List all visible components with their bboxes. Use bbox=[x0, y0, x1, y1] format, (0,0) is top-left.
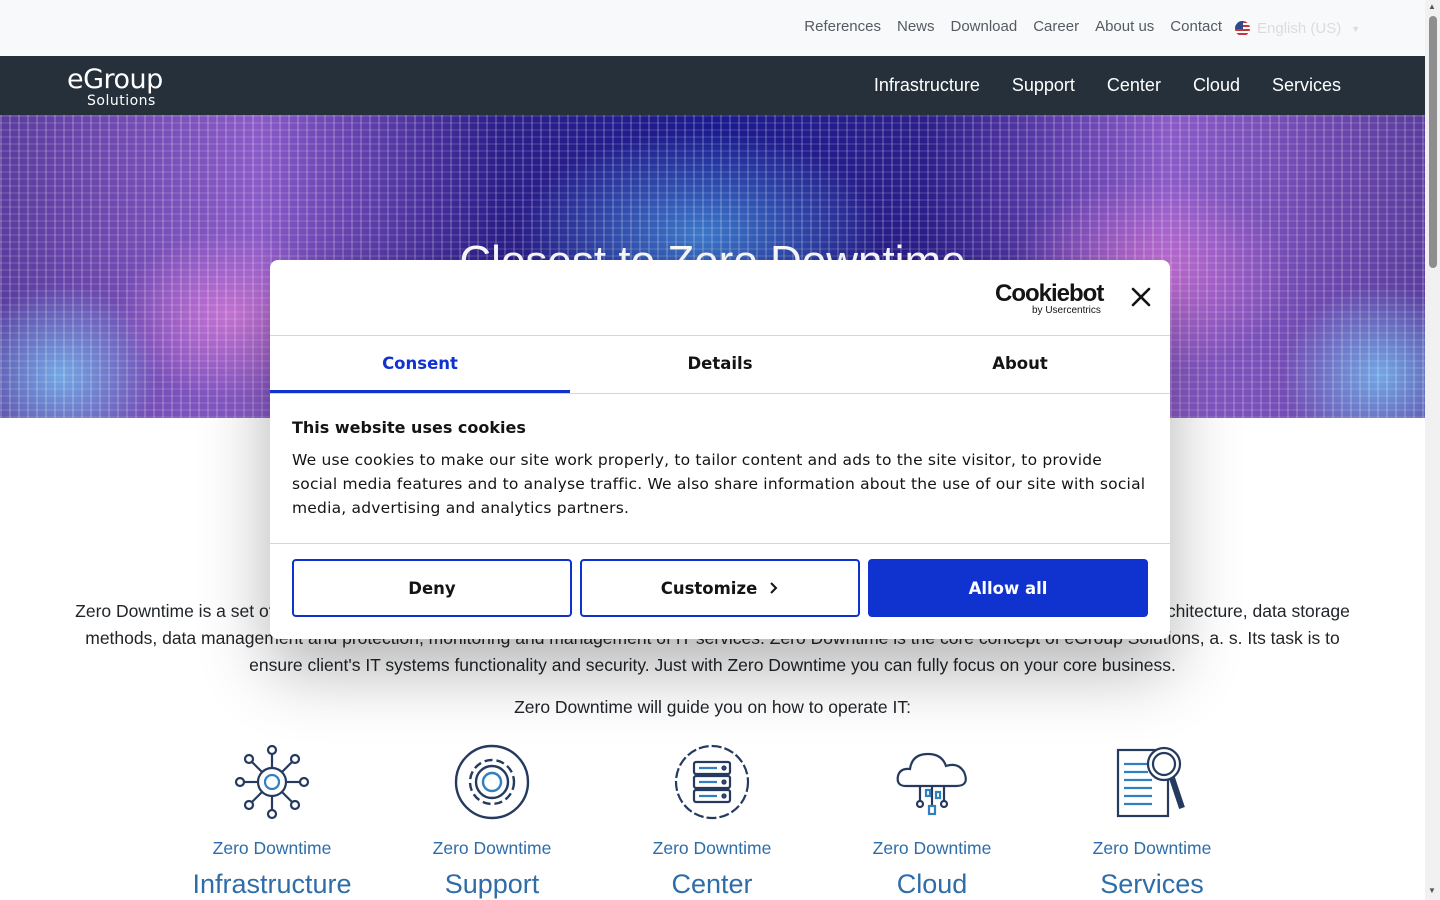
dialog-header: Cookiebot by Usercentrics bbox=[270, 260, 1170, 336]
close-icon[interactable] bbox=[1130, 286, 1152, 308]
allow-all-button[interactable]: Allow all bbox=[868, 559, 1148, 617]
card-title: Infrastructure bbox=[192, 869, 352, 899]
card-cloud[interactable]: Zero Downtime Cloud bbox=[822, 742, 1042, 900]
top-utility-bar: References News Download Career About us… bbox=[0, 0, 1425, 56]
card-center[interactable]: Zero Downtime Center bbox=[602, 742, 822, 900]
nav-item-cloud[interactable]: Cloud bbox=[1193, 75, 1240, 96]
network-hub-icon bbox=[234, 744, 310, 820]
logo-line-1: eGroup bbox=[67, 64, 163, 95]
scrollbar-thumb[interactable] bbox=[1429, 16, 1437, 268]
top-link-download[interactable]: Download bbox=[951, 18, 1018, 35]
us-flag-icon bbox=[1235, 21, 1250, 36]
dialog-body: This website uses cookies We use cookies… bbox=[270, 394, 1170, 544]
gear-icon bbox=[454, 744, 530, 820]
tab-details[interactable]: Details bbox=[570, 336, 870, 393]
tab-about[interactable]: About bbox=[870, 336, 1170, 393]
nav-item-services[interactable]: Services bbox=[1272, 75, 1341, 96]
language-label: English (US) bbox=[1257, 20, 1342, 37]
main-nav-menu: Infrastructure Support Center Cloud Serv… bbox=[874, 75, 1341, 96]
card-subtitle: Zero Downtime bbox=[652, 838, 772, 858]
top-link-contact[interactable]: Contact bbox=[1170, 18, 1222, 35]
document-search-icon bbox=[1116, 746, 1185, 818]
card-services[interactable]: Zero Downtime Services bbox=[1042, 742, 1262, 900]
cookiebot-logo-sub: by Usercentrics bbox=[1032, 305, 1101, 316]
dialog-tabs: Consent Details About bbox=[270, 336, 1170, 394]
dialog-actions: Deny Customize Allow all bbox=[292, 559, 1148, 617]
cookie-consent-dialog: Cookiebot by Usercentrics Consent Detail… bbox=[270, 260, 1170, 639]
top-links: References News Download Career About us… bbox=[804, 18, 1222, 35]
card-subtitle: Zero Downtime bbox=[1092, 838, 1212, 858]
card-title: Center bbox=[671, 869, 753, 899]
top-link-news[interactable]: News bbox=[897, 18, 935, 35]
cookiebot-logo-main: Cookiebot bbox=[995, 280, 1104, 307]
language-selector[interactable]: English (US) ▼ bbox=[1235, 20, 1360, 37]
service-cards: Zero Downtime Infrastructure Zero Downti… bbox=[162, 742, 1262, 900]
scroll-down-arrow-icon[interactable]: ▼ bbox=[1428, 886, 1436, 895]
card-support[interactable]: Zero Downtime Support bbox=[382, 742, 602, 900]
scroll-up-arrow-icon[interactable]: ▲ bbox=[1428, 2, 1436, 11]
card-title: Cloud bbox=[896, 869, 968, 899]
card-title: Support bbox=[444, 869, 540, 899]
cloud-icon bbox=[896, 752, 967, 816]
top-link-career[interactable]: Career bbox=[1033, 18, 1079, 35]
card-infrastructure[interactable]: Zero Downtime Infrastructure bbox=[162, 742, 382, 900]
cookiebot-logo: Cookiebot by Usercentrics bbox=[995, 280, 1104, 316]
top-link-about-us[interactable]: About us bbox=[1095, 18, 1154, 35]
card-subtitle: Zero Downtime bbox=[432, 838, 552, 858]
cookie-heading: This website uses cookies bbox=[292, 418, 526, 437]
card-subtitle: Zero Downtime bbox=[212, 838, 332, 858]
deny-button[interactable]: Deny bbox=[292, 559, 572, 617]
nav-item-support[interactable]: Support bbox=[1012, 75, 1075, 96]
main-navbar: eGroup Solutions Infrastructure Support … bbox=[0, 56, 1425, 115]
server-rack-icon bbox=[674, 744, 750, 820]
guide-text: Zero Downtime will guide you on how to o… bbox=[514, 697, 911, 717]
page-scrollbar[interactable]: ▲ ▼ bbox=[1425, 0, 1440, 900]
chevron-right-icon bbox=[770, 582, 778, 594]
nav-item-infrastructure[interactable]: Infrastructure bbox=[874, 75, 980, 96]
site-logo[interactable]: eGroup Solutions bbox=[67, 64, 163, 109]
allow-all-button-label: Allow all bbox=[968, 578, 1048, 598]
card-subtitle: Zero Downtime bbox=[872, 838, 992, 858]
card-title: Services bbox=[1100, 869, 1204, 899]
customize-button[interactable]: Customize bbox=[580, 559, 860, 617]
nav-item-center[interactable]: Center bbox=[1107, 75, 1161, 96]
top-link-references[interactable]: References bbox=[804, 18, 881, 35]
cookie-text: We use cookies to make our site work pro… bbox=[292, 451, 1146, 517]
logo-line-2: Solutions bbox=[87, 93, 156, 109]
deny-button-label: Deny bbox=[408, 578, 456, 598]
chevron-down-icon: ▼ bbox=[1351, 23, 1361, 34]
tab-consent[interactable]: Consent bbox=[270, 336, 570, 393]
customize-button-label: Customize bbox=[660, 578, 758, 598]
